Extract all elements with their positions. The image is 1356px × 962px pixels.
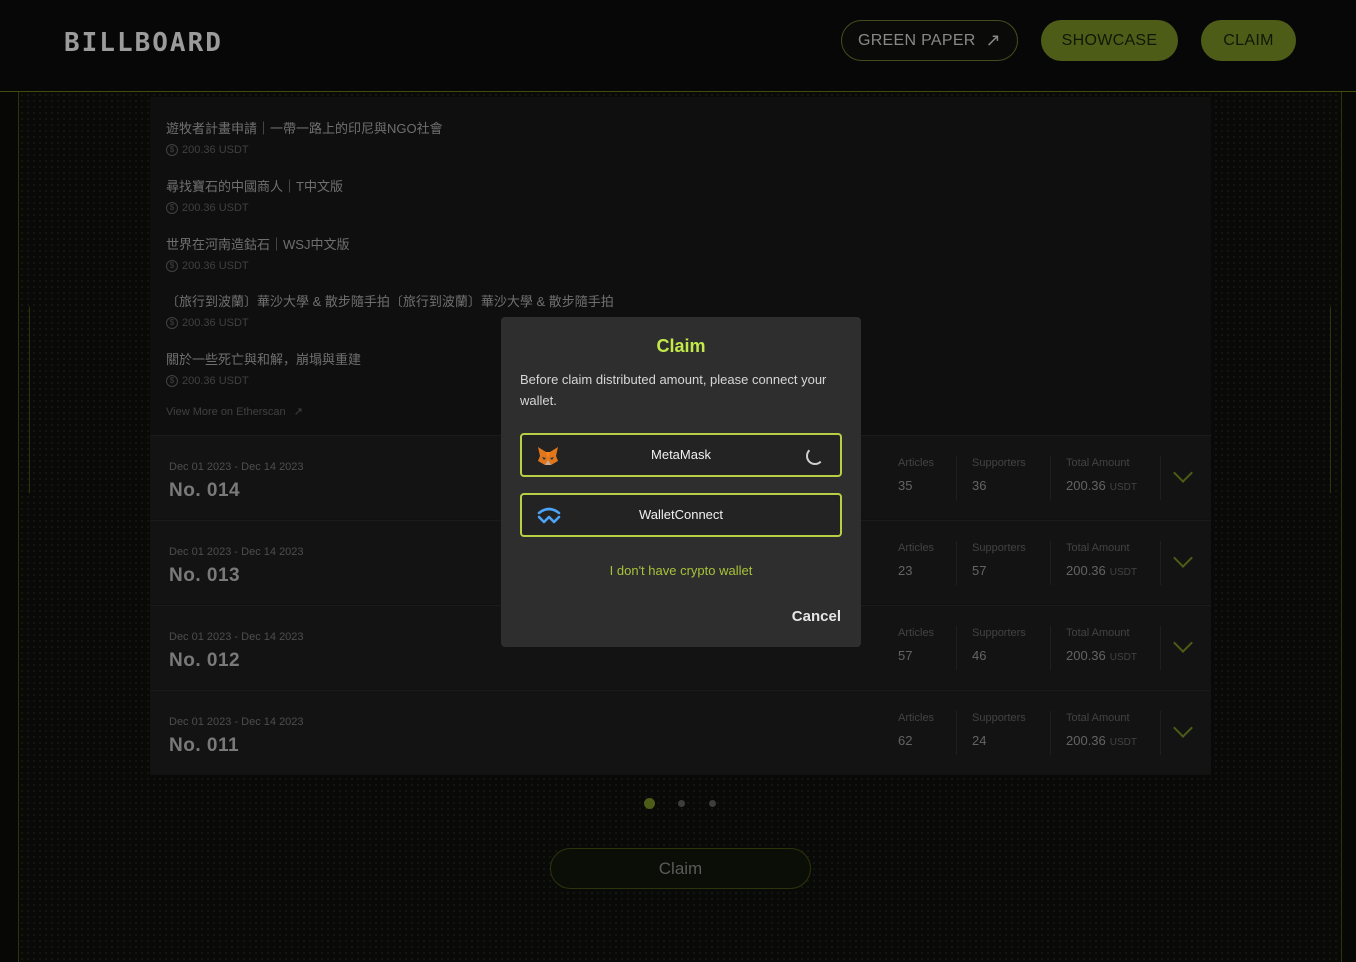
modal-title: Claim (656, 336, 706, 356)
no-wallet-link[interactable]: I don't have crypto wallet (501, 563, 861, 578)
walletconnect-button[interactable]: WalletConnect (520, 493, 842, 537)
loading-spinner-icon (806, 447, 824, 465)
metamask-label: MetaMask (651, 447, 711, 462)
metamask-button[interactable]: MetaMask (520, 433, 842, 477)
claim-modal: Claim Before claim distributed amount, p… (501, 317, 861, 647)
modal-description: Before claim distributed amount, please … (520, 372, 827, 408)
cancel-button[interactable]: Cancel (792, 608, 841, 625)
walletconnect-label: WalletConnect (638, 507, 724, 522)
